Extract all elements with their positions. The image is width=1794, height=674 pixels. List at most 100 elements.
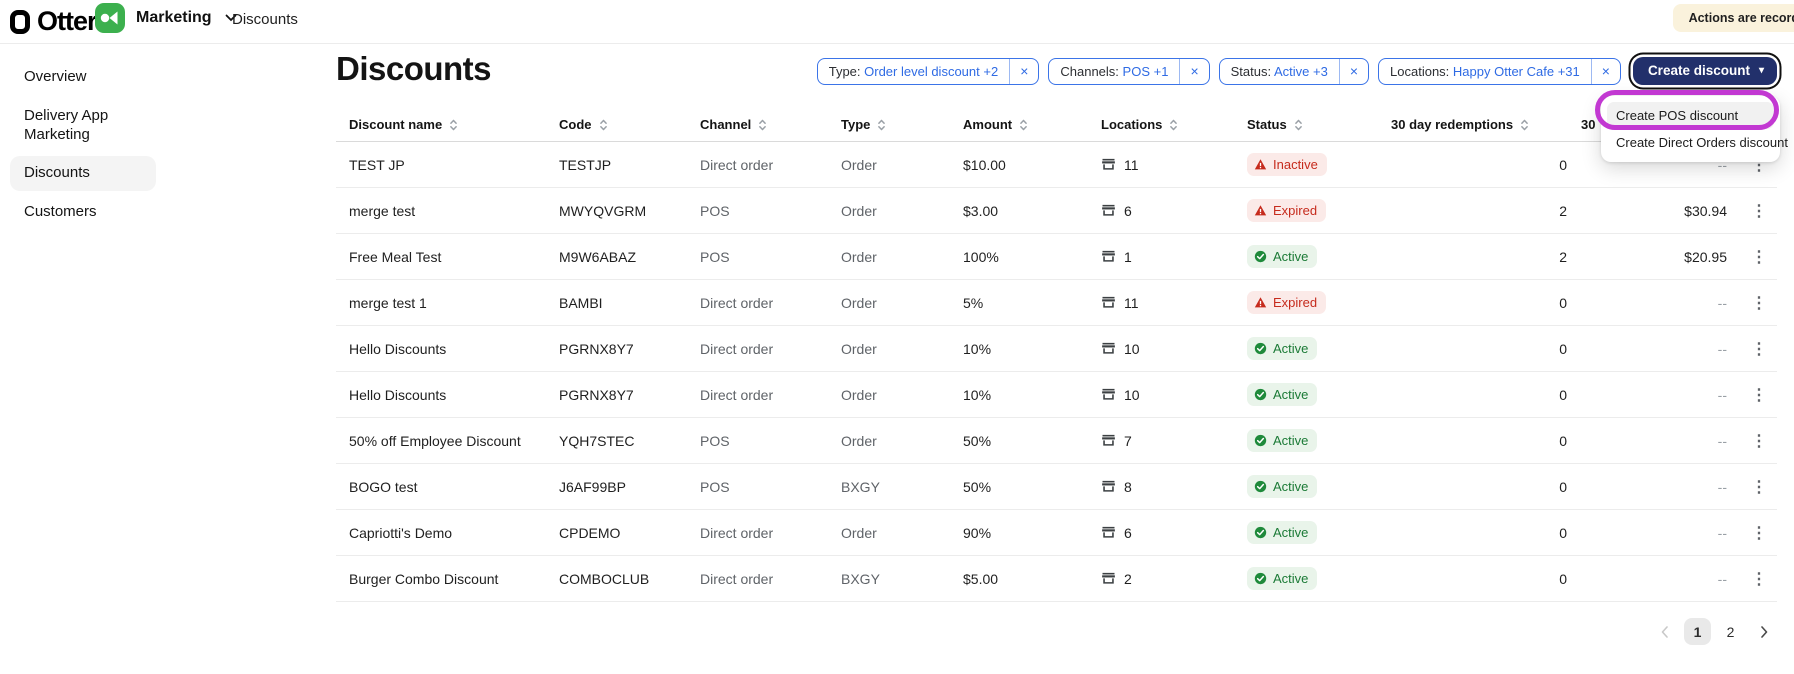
filter-chip-label: Locations: — [1390, 63, 1450, 79]
cell-30-day-sales: -- — [1717, 478, 1727, 495]
col-header-30-day-redemptions[interactable]: 30 day redemptions — [1391, 117, 1581, 132]
sidebar-item[interactable]: Customers — [10, 195, 156, 230]
check-icon — [1254, 572, 1267, 585]
table-row: merge test 1 BAMBI Direct order Order 5%… — [336, 280, 1777, 326]
kebab-menu-icon[interactable]: ⋮ — [1741, 339, 1777, 359]
filter-chip-value: Active +3 — [1274, 63, 1328, 79]
col-header-channel[interactable]: Channel — [700, 117, 841, 132]
cell-locations: 8 — [1101, 479, 1247, 495]
cell-locations: 1 — [1101, 249, 1247, 265]
check-icon — [1254, 250, 1267, 263]
cell-discount-name: Free Meal Test — [349, 248, 442, 265]
warning-icon — [1254, 159, 1267, 170]
filter-chip-value: POS +1 — [1122, 63, 1169, 79]
sort-icon — [1294, 119, 1302, 130]
table-row: Hello Discounts PGRNX8Y7 Direct order Or… — [336, 326, 1777, 372]
menu-item-create-direct-orders-discount[interactable]: Create Direct Orders discount — [1607, 129, 1788, 156]
page-button-2[interactable]: 2 — [1717, 618, 1744, 645]
cell-discount-name: TEST JP — [349, 156, 405, 173]
kebab-menu-icon[interactable]: ⋮ — [1741, 293, 1777, 313]
kebab-menu-icon[interactable]: ⋮ — [1741, 569, 1777, 589]
menu-item-create-pos-discount[interactable]: Create POS discount — [1607, 102, 1774, 129]
cell-code: MWYQVGRM — [559, 202, 647, 219]
filter-chip[interactable]: Status: Active +3 × — [1218, 57, 1370, 85]
filter-chip[interactable]: Channels: POS +1 × — [1048, 57, 1210, 85]
col-header-amount[interactable]: Amount — [963, 117, 1101, 132]
actions-recorded-badge: Actions are recorde — [1672, 4, 1794, 32]
close-icon[interactable]: × — [1009, 58, 1038, 84]
create-discount-button[interactable]: Create discount ▾ — [1632, 57, 1777, 85]
cell-discount-name: Burger Combo Discount — [349, 570, 499, 587]
col-header-discount-name[interactable]: Discount name — [336, 117, 559, 132]
kebab-menu-icon[interactable]: ⋮ — [1741, 477, 1777, 497]
table-row: Capriotti's Demo CPDEMO Direct order Ord… — [336, 510, 1777, 556]
caret-down-icon: ▾ — [1758, 64, 1764, 76]
location-count: 7 — [1124, 432, 1132, 449]
cell-channel: Direct order — [700, 524, 774, 541]
sidebar: Overview Delivery App Marketing Discount… — [0, 44, 290, 674]
cell-type: BXGY — [841, 570, 880, 587]
cell-status: Inactive — [1247, 153, 1391, 176]
app-switcher-marketing[interactable]: Marketing — [95, 3, 237, 33]
location-count: 10 — [1124, 340, 1140, 357]
status-label: Active — [1273, 387, 1309, 402]
store-icon — [1102, 526, 1115, 538]
kebab-menu-icon[interactable]: ⋮ — [1741, 385, 1777, 405]
check-icon — [1254, 526, 1267, 539]
cell-type: BXGY — [841, 478, 880, 495]
sidebar-item[interactable]: Delivery App Marketing — [10, 99, 156, 153]
warning-icon — [1254, 205, 1267, 216]
page-button-1[interactable]: 1 — [1684, 618, 1711, 645]
status-badge: Active — [1247, 337, 1318, 360]
cell-discount-name: merge test 1 — [349, 294, 427, 311]
kebab-menu-icon[interactable]: ⋮ — [1741, 431, 1777, 451]
cell-status: Expired — [1247, 291, 1391, 314]
topnav-discounts[interactable]: Discounts — [232, 11, 298, 28]
cell-channel: Direct order — [700, 156, 774, 173]
kebab-menu-icon[interactable]: ⋮ — [1741, 247, 1777, 267]
location-count: 8 — [1124, 478, 1132, 495]
sort-icon — [759, 119, 767, 130]
pagination: 1 2 — [1651, 618, 1777, 645]
chevron-right-icon[interactable] — [1750, 618, 1777, 645]
filter-chip-label: Type: — [828, 63, 861, 79]
cell-amount: 50% — [963, 432, 992, 449]
otter-logo[interactable]: Otter — [10, 6, 98, 37]
col-header-status[interactable]: Status — [1247, 117, 1391, 132]
col-header-code[interactable]: Code — [559, 117, 700, 132]
check-icon — [1254, 342, 1267, 355]
close-icon[interactable]: × — [1590, 58, 1620, 84]
close-icon[interactable]: × — [1338, 58, 1368, 84]
kebab-menu-icon[interactable]: ⋮ — [1741, 523, 1777, 543]
cell-status: Active — [1247, 383, 1391, 406]
top-bar: Otter Marketing Discounts Actions are re… — [0, 0, 1794, 44]
sort-icon — [599, 119, 607, 130]
filter-chip[interactable]: Type: Order level discount +2 × — [816, 57, 1040, 85]
table-row: Burger Combo Discount COMBOCLUB Direct o… — [336, 556, 1777, 602]
cell-30-day-redemptions: 0 — [1559, 478, 1567, 495]
sidebar-item[interactable]: Overview — [10, 60, 156, 95]
cell-type: Order — [841, 340, 877, 357]
table-row: 50% off Employee Discount YQH7STEC POS O… — [336, 418, 1777, 464]
cell-discount-name: Hello Discounts — [349, 340, 447, 357]
sidebar-item[interactable]: Discounts — [10, 156, 156, 191]
create-discount-menu: Create POS discount Create Direct Orders… — [1595, 90, 1788, 162]
cell-type: Order — [841, 386, 877, 403]
cell-amount: $3.00 — [963, 202, 999, 219]
col-header-type[interactable]: Type — [841, 117, 963, 132]
cell-channel: POS — [700, 478, 730, 495]
cell-discount-name: 50% off Employee Discount — [349, 432, 521, 449]
col-header-locations[interactable]: Locations — [1101, 117, 1247, 132]
filter-chip-label: Channels: — [1060, 63, 1119, 79]
app-name: Marketing — [136, 9, 212, 26]
filter-chip[interactable]: Locations: Happy Otter Cafe +31 × — [1378, 57, 1621, 85]
chevron-left-icon[interactable] — [1651, 618, 1678, 645]
store-icon — [1102, 434, 1115, 446]
otter-logo-icon — [10, 9, 30, 34]
cell-channel: POS — [700, 248, 730, 265]
kebab-menu-icon[interactable]: ⋮ — [1741, 201, 1777, 221]
status-label: Active — [1273, 571, 1309, 586]
cell-locations: 11 — [1101, 157, 1247, 173]
location-count: 2 — [1124, 570, 1132, 587]
close-icon[interactable]: × — [1179, 58, 1208, 84]
